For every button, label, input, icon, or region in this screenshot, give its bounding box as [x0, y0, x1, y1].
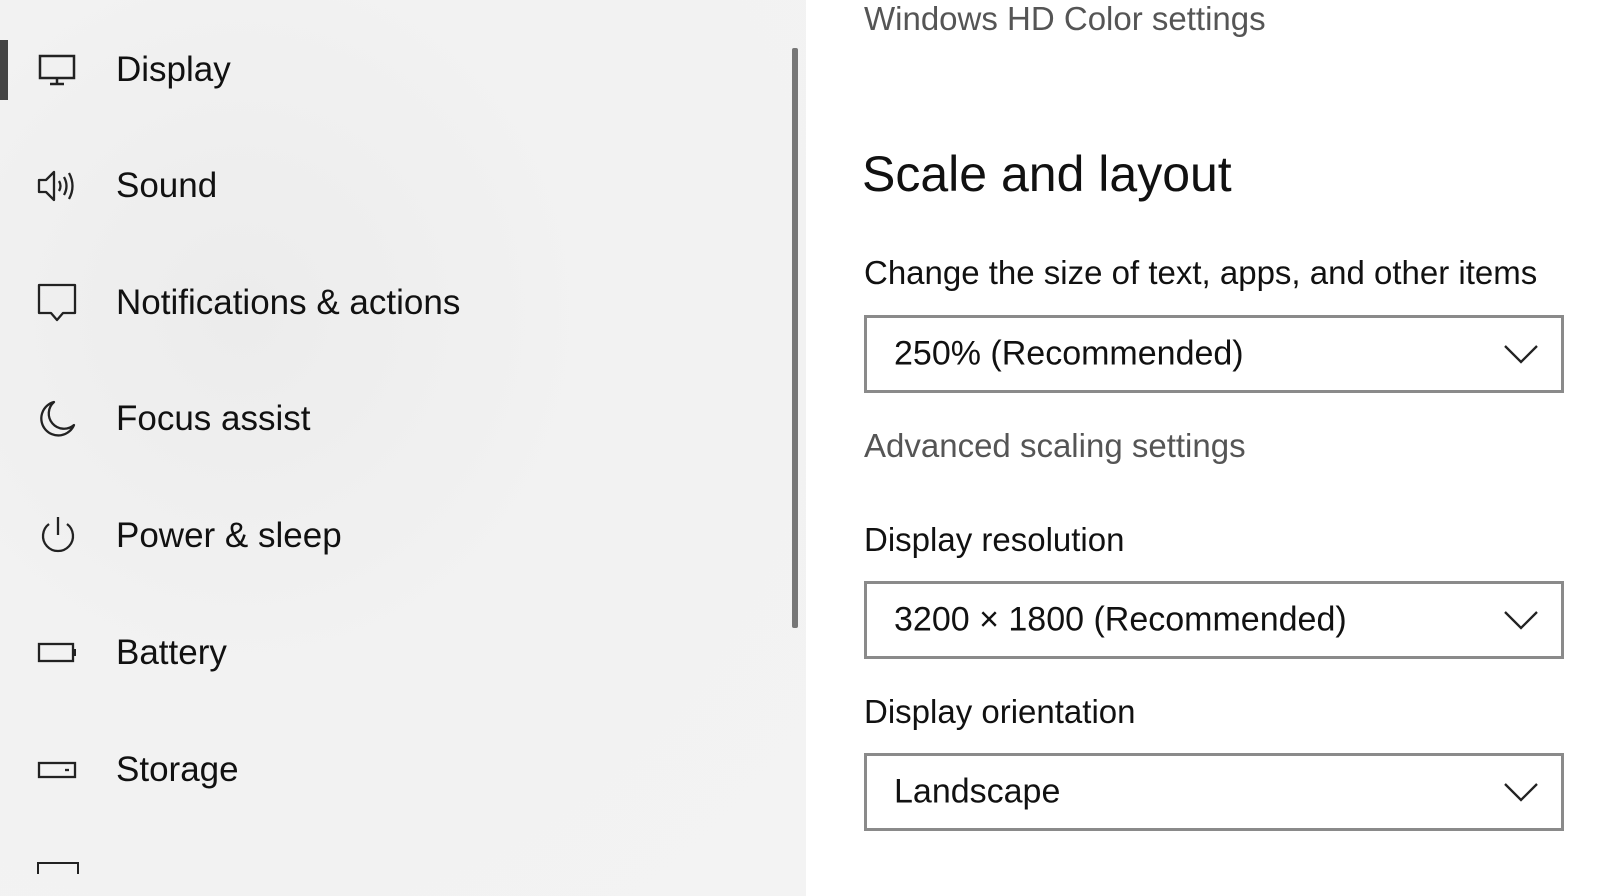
chevron-down-icon: [1504, 611, 1538, 630]
orientation-dropdown-value: Landscape: [894, 772, 1061, 811]
scale-dropdown-value: 250% (Recommended): [894, 334, 1244, 373]
battery-icon: [37, 632, 79, 674]
sidebar-item-sound[interactable]: Sound: [0, 136, 790, 236]
display-settings-panel: Windows HD Color settings Scale and layo…: [806, 0, 1613, 896]
hd-color-settings-link[interactable]: Windows HD Color settings: [864, 0, 1266, 38]
orientation-dropdown[interactable]: Landscape: [864, 753, 1564, 831]
sidebar-item-power-sleep[interactable]: Power & sleep: [0, 486, 790, 586]
speaker-icon: [37, 165, 79, 207]
resolution-dropdown-value: 3200 × 1800 (Recommended): [894, 600, 1347, 639]
sidebar-item-storage[interactable]: Storage: [0, 720, 790, 820]
sidebar-item-label: Power & sleep: [116, 516, 342, 555]
monitor-icon: [37, 49, 79, 91]
sidebar-item-label: Focus assist: [116, 399, 311, 438]
partial-nav-icon: [37, 862, 79, 874]
storage-icon: [37, 749, 79, 791]
sidebar-item-display[interactable]: Display: [0, 20, 790, 120]
sidebar-item-label: Storage: [116, 750, 239, 789]
advanced-scaling-link[interactable]: Advanced scaling settings: [864, 427, 1246, 465]
sidebar-item-label: Notifications & actions: [116, 283, 461, 322]
chevron-down-icon: [1504, 783, 1538, 802]
chevron-down-icon: [1504, 345, 1538, 364]
settings-sidebar: Display Sound Notifications & actions Fo…: [0, 0, 806, 896]
message-icon: [37, 282, 79, 324]
moon-icon: [37, 398, 79, 440]
scale-label: Change the size of text, apps, and other…: [864, 254, 1538, 291]
resolution-label: Display resolution: [864, 521, 1125, 558]
sidebar-item-notifications[interactable]: Notifications & actions: [0, 253, 790, 353]
sidebar-item-label: Battery: [116, 633, 227, 672]
scale-dropdown[interactable]: 250% (Recommended): [864, 315, 1564, 393]
sidebar-item-battery[interactable]: Battery: [0, 603, 790, 703]
sidebar-item-label: Display: [116, 50, 231, 89]
sidebar-item-label: Sound: [116, 166, 218, 205]
resolution-dropdown[interactable]: 3200 × 1800 (Recommended): [864, 581, 1564, 659]
active-indicator: [0, 40, 8, 100]
orientation-label: Display orientation: [864, 693, 1136, 730]
section-title: Scale and layout: [862, 146, 1232, 202]
power-icon: [37, 515, 79, 557]
sidebar-scrollbar[interactable]: [792, 48, 798, 628]
sidebar-item-focus-assist[interactable]: Focus assist: [0, 369, 790, 469]
